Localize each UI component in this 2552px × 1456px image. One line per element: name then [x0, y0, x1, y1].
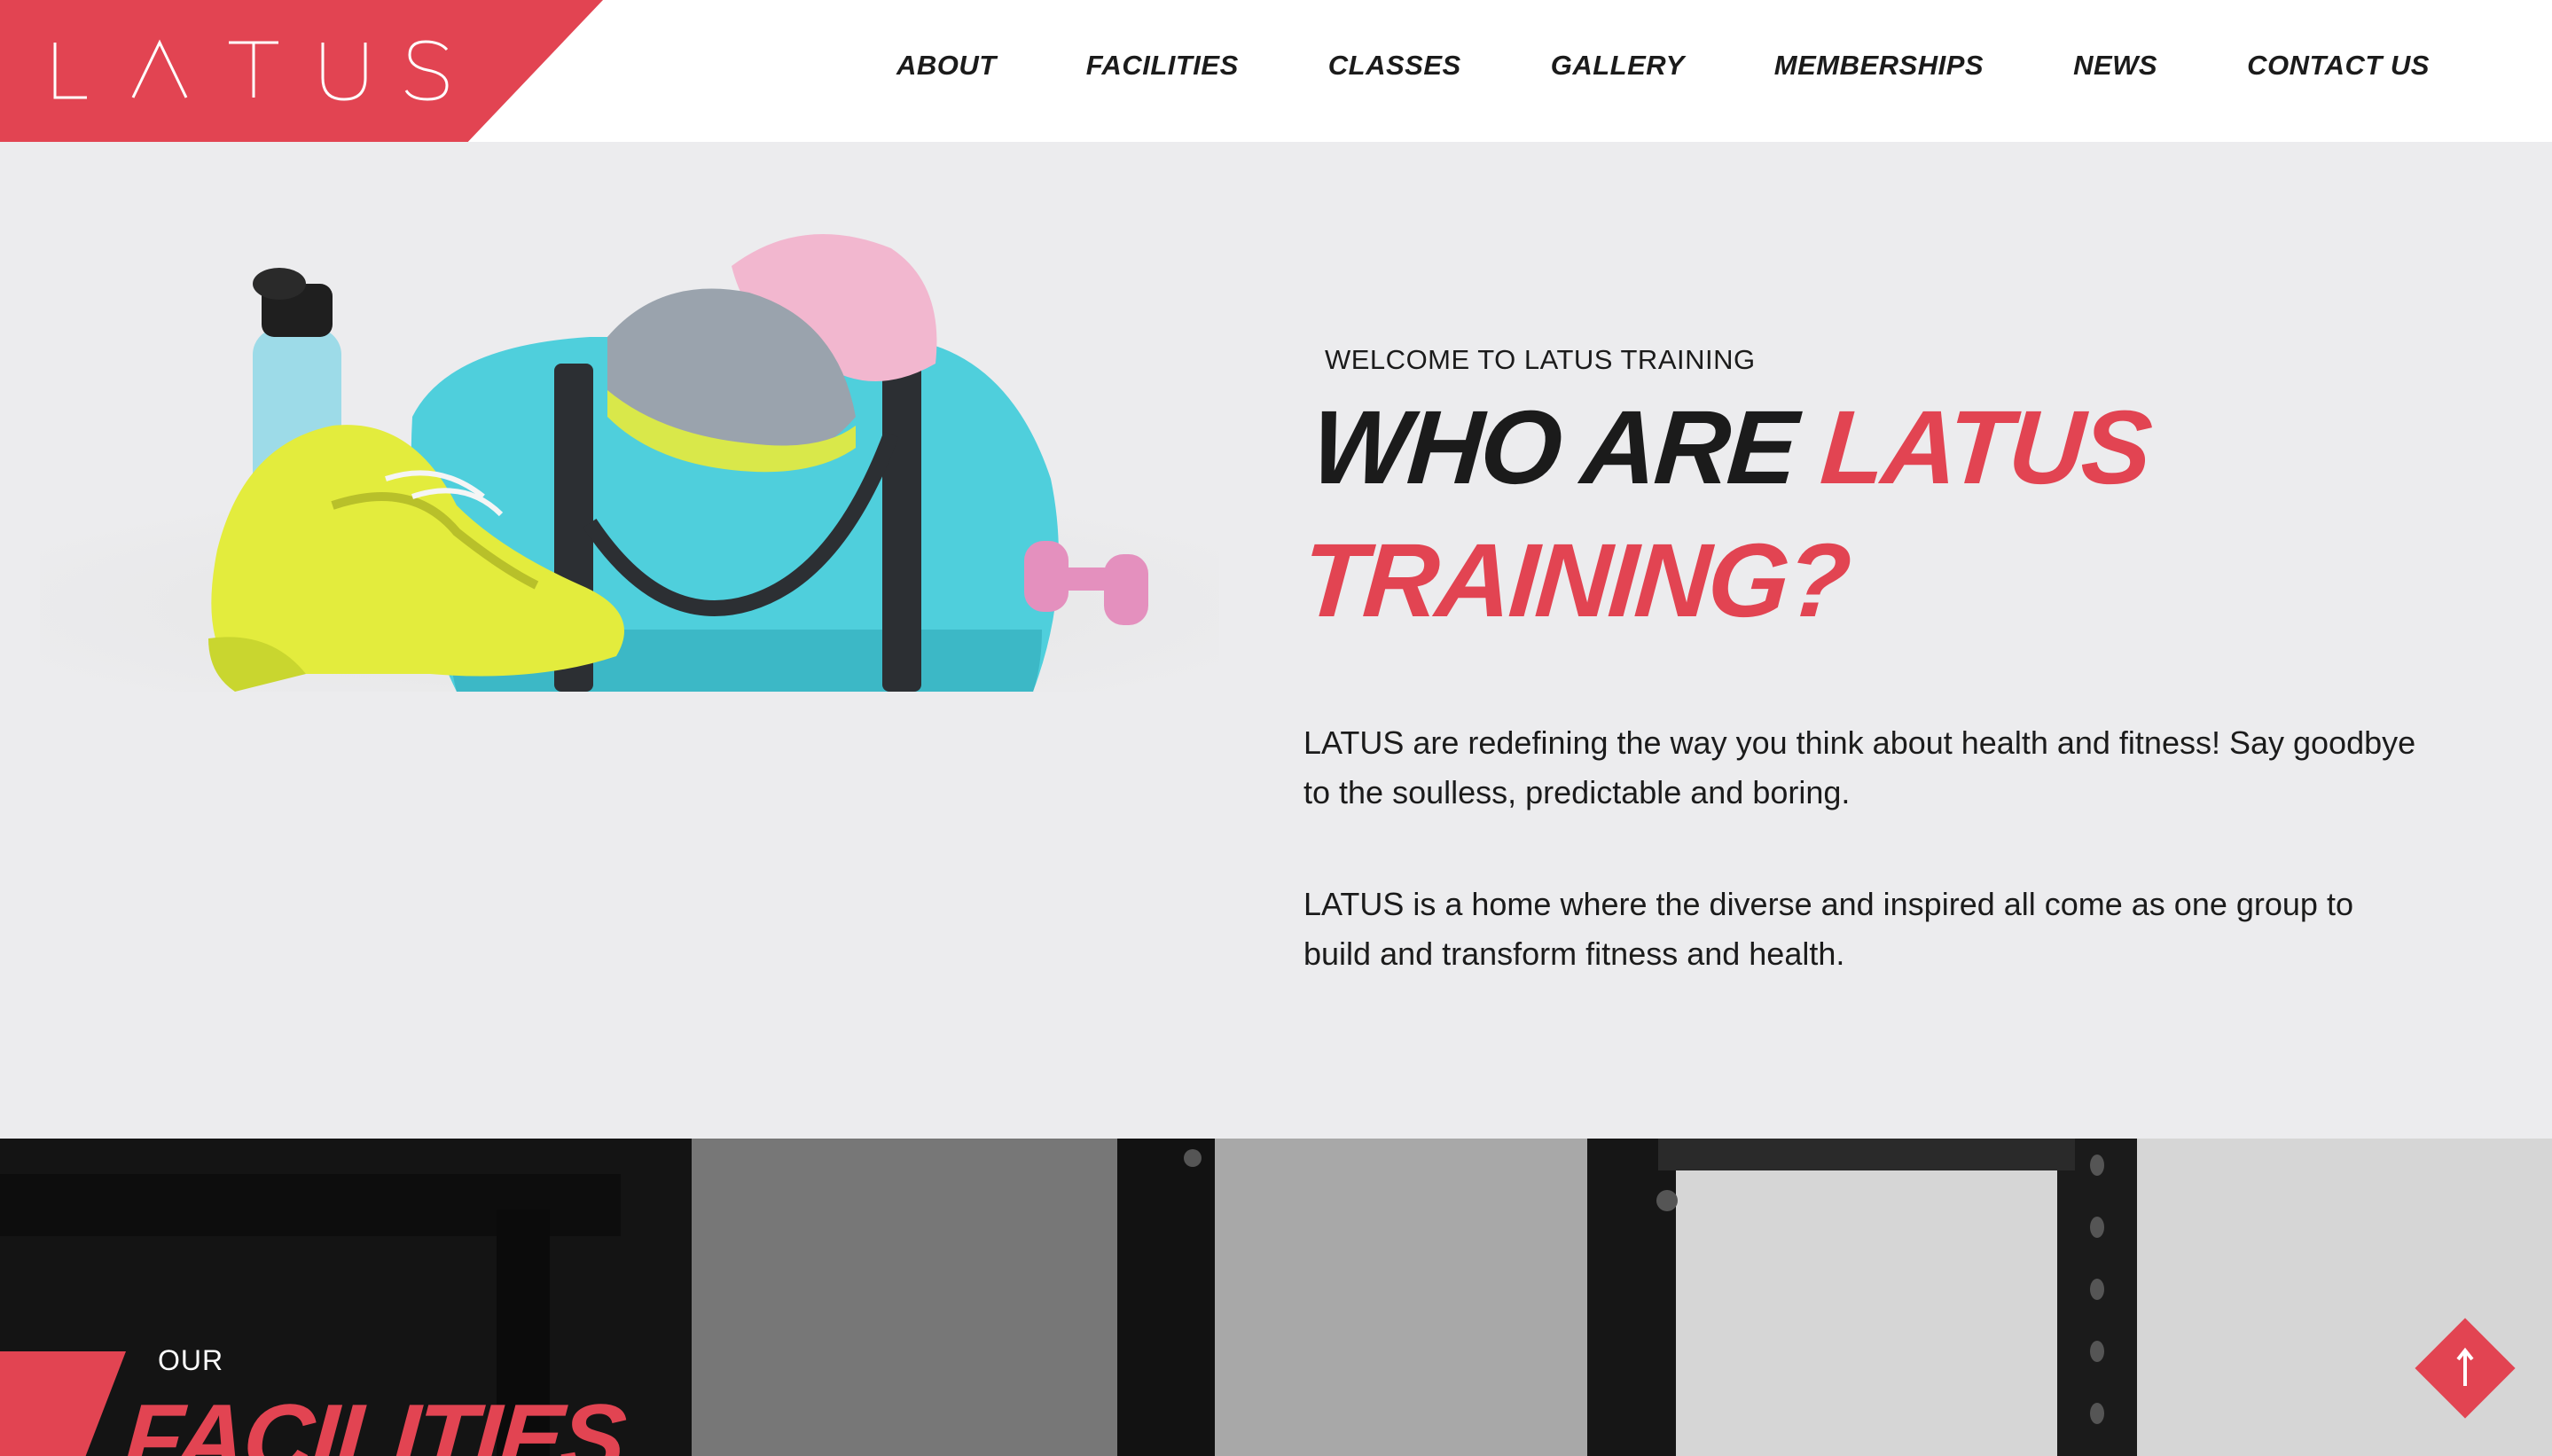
- arrow-up-icon: [2456, 1347, 2474, 1386]
- latus-logo: [53, 39, 449, 101]
- logo-link[interactable]: [0, 0, 603, 147]
- facilities-eyebrow: OUR: [158, 1344, 224, 1376]
- intro-section: WELCOME TO LATUS TRAINING WHO ARE LATUS …: [0, 142, 2552, 1139]
- main-nav: ABOUT FACILITIES CLASSES GALLERY MEMBERS…: [807, 50, 2430, 82]
- page-headline: WHO ARE LATUS TRAINING?: [1298, 381, 2381, 647]
- nav-gallery[interactable]: GALLERY: [1551, 50, 1685, 82]
- nav-facilities[interactable]: FACILITIES: [1086, 50, 1239, 82]
- nav-memberships[interactable]: MEMBERSHIPS: [1774, 50, 1984, 82]
- back-to-top-button[interactable]: [2415, 1318, 2516, 1419]
- site-header: ABOUT FACILITIES CLASSES GALLERY MEMBERS…: [0, 0, 2552, 147]
- welcome-eyebrow: WELCOME TO LATUS TRAINING: [1325, 344, 1756, 375]
- intro-paragraph-2: LATUS is a home where the diverse and in…: [1303, 886, 2353, 972]
- headline-dark-part: WHO ARE: [1307, 389, 1826, 506]
- nav-about[interactable]: ABOUT: [896, 50, 997, 82]
- nav-news[interactable]: NEWS: [2073, 50, 2157, 82]
- facilities-section: OUR FACILITIES: [0, 1139, 2552, 1456]
- nav-contact-us[interactable]: CONTACT US: [2247, 50, 2430, 82]
- intro-paragraph-1: LATUS are redefining the way you think a…: [1303, 724, 2416, 810]
- headline-red-part-2: TRAINING?: [1298, 522, 1852, 639]
- gym-bag-product-image: [40, 234, 1219, 692]
- nav-classes[interactable]: CLASSES: [1328, 50, 1461, 82]
- headline-red-part-1: LATUS: [1817, 389, 2154, 506]
- facilities-title: FACILITIES: [120, 1384, 628, 1456]
